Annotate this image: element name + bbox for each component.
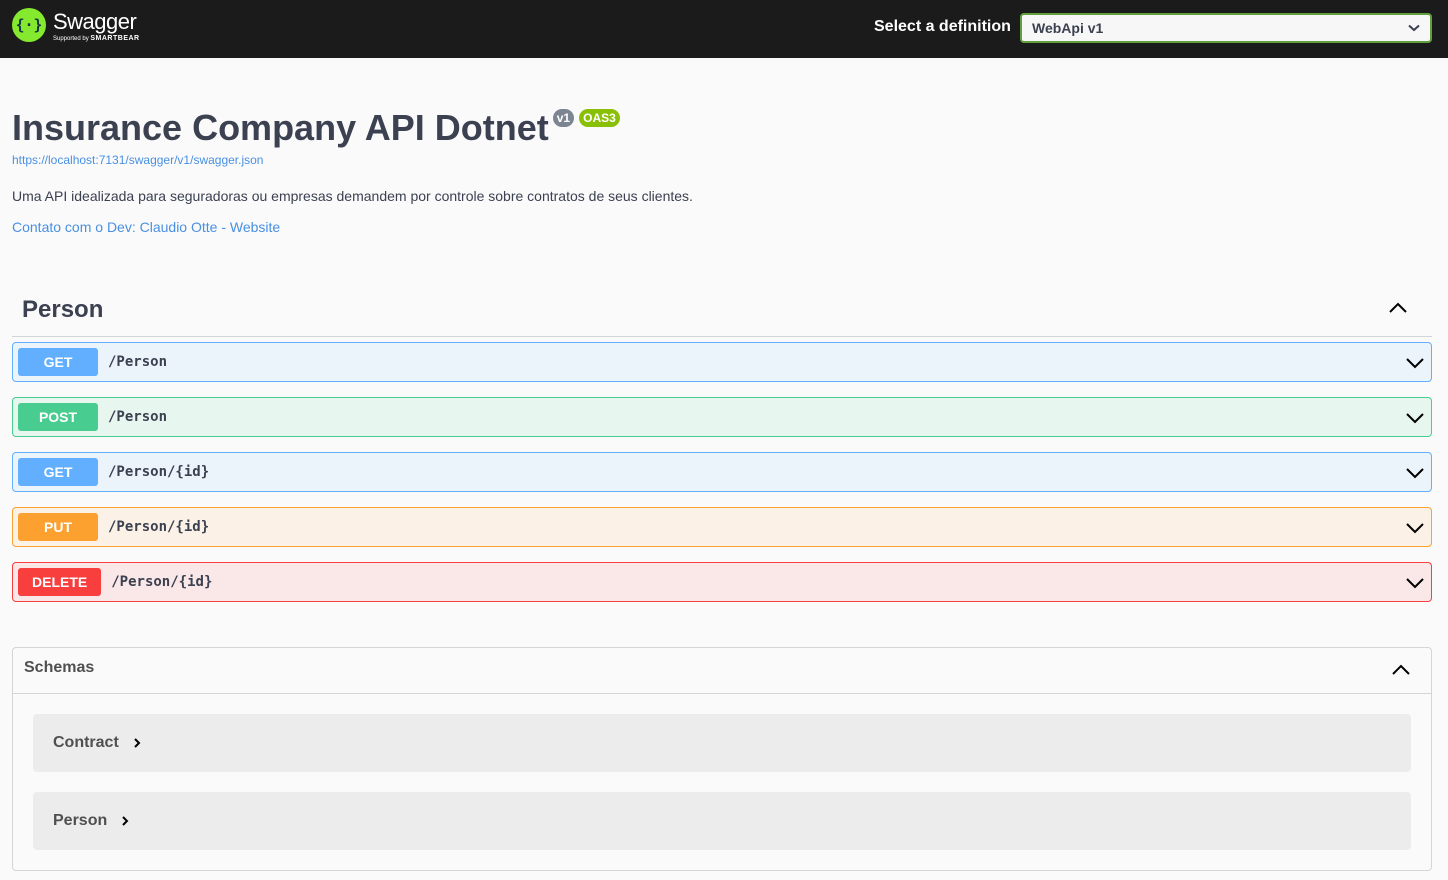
info-title-row: Insurance Company API Dotnet v1 OAS3	[12, 104, 620, 152]
schemas-section: Schemas Contract Person	[12, 647, 1432, 871]
model-name: Person	[53, 812, 108, 829]
schemas-title: Schemas	[24, 659, 95, 676]
method-badge: POST	[18, 403, 98, 431]
chevron-down-icon	[1408, 24, 1420, 32]
oas-badge: OAS3	[579, 109, 620, 127]
operation-get-person[interactable]: GET /Person	[12, 342, 1432, 382]
schemas-header[interactable]: Schemas	[13, 648, 1431, 694]
contact-link[interactable]: Contato com o Dev: Claudio Otte - Websit…	[12, 219, 280, 235]
chevron-down-icon[interactable]	[1405, 353, 1425, 373]
operation-post-person[interactable]: POST /Person	[12, 397, 1432, 437]
operation-delete-person-by-id[interactable]: DELETE /Person/{id}	[12, 562, 1432, 602]
page-title: Insurance Company API Dotnet	[12, 107, 549, 148]
method-badge: GET	[18, 348, 98, 376]
logo-supported-by: Supported by SMARTBEAR	[53, 35, 140, 42]
operation-path: /Person/{id}	[108, 464, 210, 480]
svg-text:{·}: {·}	[17, 16, 41, 34]
logo-name: Swagger	[53, 9, 137, 34]
chevron-right-icon	[133, 738, 141, 748]
topbar: {·} Swagger Supported by SMARTBEAR Selec…	[0, 0, 1448, 58]
operation-path: /Person/{id}	[111, 574, 213, 590]
operation-put-person-by-id[interactable]: PUT /Person/{id}	[12, 507, 1432, 547]
operation-path: /Person	[108, 409, 168, 425]
schema-model-person[interactable]: Person	[33, 792, 1411, 850]
swagger-braces-icon: {·}	[12, 8, 46, 42]
tag-name: Person	[22, 296, 104, 323]
tag-section-person[interactable]: Person	[12, 286, 1432, 337]
schema-model-contract[interactable]: Contract	[33, 714, 1411, 772]
operation-get-person-by-id[interactable]: GET /Person/{id}	[12, 452, 1432, 492]
chevron-down-icon[interactable]	[1405, 463, 1425, 483]
api-description: Uma API idealizada para seguradoras ou e…	[12, 188, 693, 204]
operation-path: /Person	[108, 354, 168, 370]
chevron-up-icon[interactable]	[1388, 302, 1408, 314]
chevron-up-icon[interactable]	[1391, 660, 1411, 680]
definition-select[interactable]: WebApi v1	[1020, 13, 1432, 43]
method-badge: DELETE	[18, 568, 102, 596]
definition-select-value: WebApi v1	[1032, 20, 1104, 36]
chevron-right-icon	[121, 816, 129, 826]
chevron-down-icon[interactable]	[1405, 518, 1425, 538]
swagger-logo[interactable]: {·} Swagger Supported by SMARTBEAR	[12, 8, 140, 43]
spec-url-link[interactable]: https://localhost:7131/swagger/v1/swagge…	[12, 153, 263, 167]
definition-label: Select a definition	[874, 18, 1011, 35]
method-badge: PUT	[18, 513, 98, 541]
chevron-down-icon[interactable]	[1405, 573, 1425, 593]
operation-path: /Person/{id}	[108, 519, 210, 535]
chevron-down-icon[interactable]	[1405, 408, 1425, 428]
version-badge: v1	[552, 109, 575, 127]
method-badge: GET	[18, 458, 98, 486]
model-name: Contract	[53, 734, 119, 751]
